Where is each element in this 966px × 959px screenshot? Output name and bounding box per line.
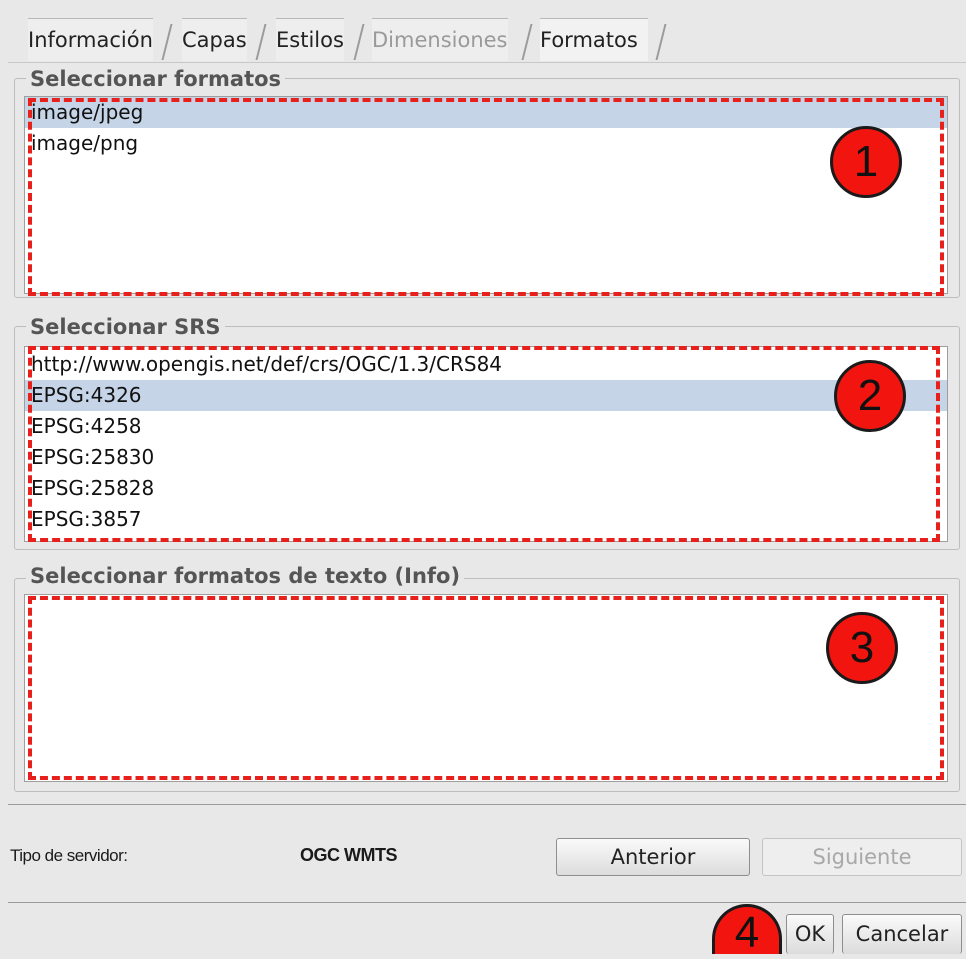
next-button[interactable]: Siguiente: [762, 838, 962, 876]
list-item[interactable]: image/jpeg: [25, 97, 947, 128]
formats-group-title: Seleccionar formatos: [26, 67, 286, 91]
list-item[interactable]: EPSG:4258: [25, 411, 947, 442]
tab-formatos[interactable]: Formatos: [540, 18, 648, 61]
list-item[interactable]: image/png: [25, 128, 947, 159]
list-item[interactable]: EPSG:3857: [25, 504, 947, 535]
dialog-button-divider: [8, 902, 966, 903]
info-formats-list[interactable]: [24, 594, 948, 782]
cancel-button[interactable]: Cancelar: [842, 914, 962, 954]
formats-list[interactable]: image/jpeg image/png: [24, 96, 948, 294]
tab-separator: [161, 24, 173, 60]
list-item[interactable]: EPSG:4326: [25, 380, 947, 411]
list-item[interactable]: EPSG:25830: [25, 442, 947, 473]
tab-separator: [655, 24, 667, 60]
list-item[interactable]: EPSG:25828: [25, 473, 947, 504]
annotation-badge-3: 3: [826, 612, 898, 684]
info-formats-group-title: Seleccionar formatos de texto (Info): [26, 564, 465, 588]
tab-separator: [521, 24, 533, 60]
tab-bar: Información Capas Estilos Dimensiones Fo…: [12, 18, 966, 62]
server-type-value: OGC WMTS: [300, 845, 398, 865]
footer-divider: [8, 804, 966, 805]
annotation-badge-1: 1: [830, 126, 902, 198]
annotation-badge-2: 2: [834, 360, 906, 432]
tab-estilos[interactable]: Estilos: [276, 18, 344, 61]
ok-button[interactable]: OK: [786, 914, 834, 954]
tab-dimensiones[interactable]: Dimensiones: [372, 18, 508, 61]
previous-button[interactable]: Anterior: [556, 838, 750, 876]
list-item[interactable]: http://www.opengis.net/def/crs/OGC/1.3/C…: [25, 347, 947, 380]
tab-separator: [255, 24, 267, 60]
annotation-badge-4: 4: [712, 904, 782, 957]
srs-group-title: Seleccionar SRS: [26, 315, 225, 339]
tab-informacion[interactable]: Información: [28, 18, 153, 61]
tab-separator: [353, 24, 365, 60]
server-type-label: Tipo de servidor:: [10, 846, 128, 865]
srs-list[interactable]: http://www.opengis.net/def/crs/OGC/1.3/C…: [24, 346, 948, 542]
tab-capas[interactable]: Capas: [182, 18, 247, 61]
